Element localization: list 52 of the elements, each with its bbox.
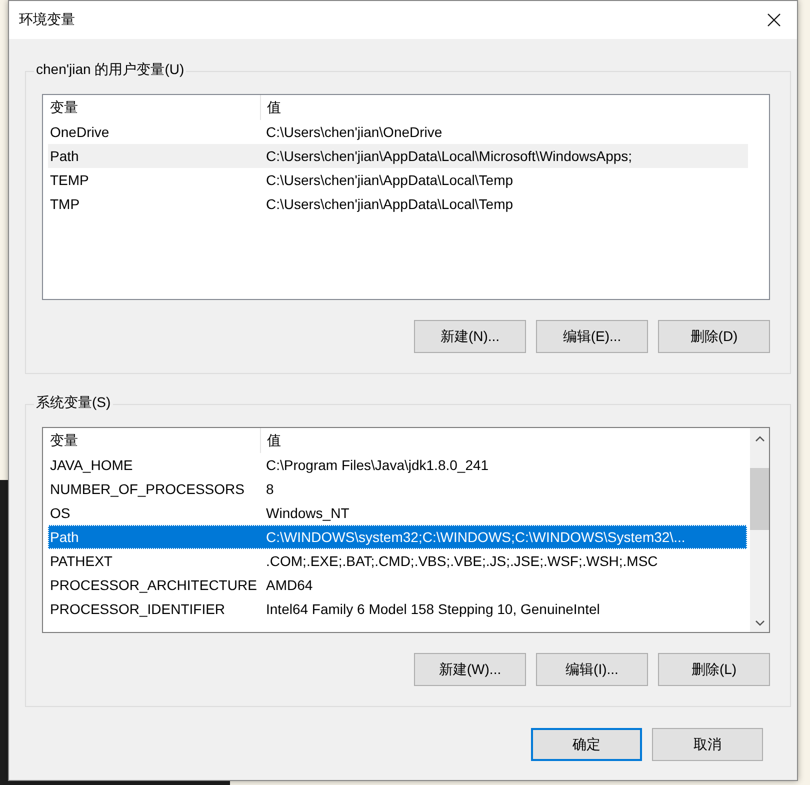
list-row[interactable]: PROCESSOR_ARCHITECTURE AMD64: [48, 573, 747, 597]
variable-value: C:\Users\chen'jian\OneDrive: [265, 124, 444, 140]
action-button[interactable]: 删除(L): [658, 653, 770, 686]
variable-name: OS: [49, 505, 72, 521]
variable-name: PATHEXT: [49, 553, 114, 569]
group-label: chen'jian 的用户变量(U): [34, 61, 186, 79]
list-row[interactable]: TEMP C:\Users\chen'jian\AppData\Local\Temp: [48, 168, 748, 192]
action-button[interactable]: 编辑(E)...: [536, 320, 648, 353]
window-title: 环境变量: [19, 11, 75, 29]
variable-value: C:\WINDOWS\system32;C:\WINDOWS;C:\WINDOWS\System32\...: [265, 529, 686, 545]
variable-value: C:\Users\chen'jian\AppData\Local\Temp: [265, 172, 514, 188]
action-button[interactable]: 编辑(I)...: [536, 653, 648, 686]
variable-value: .COM;.EXE;.BAT;.CMD;.VBS;.VBE;.JS;.JSE;.WSF;.WSH;.MSC: [265, 553, 659, 569]
list-row[interactable]: OS Windows_NT: [48, 501, 747, 525]
column-header[interactable]: 值: [261, 428, 747, 453]
variable-value: C:\Program Files\Java\jdk1.8.0_241: [265, 457, 490, 473]
variable-name: PROCESSOR_IDENTIFIER: [49, 601, 226, 617]
ok-button[interactable]: 确定: [531, 728, 642, 761]
variable-value: AMD64: [265, 577, 314, 593]
variable-value: Windows_NT: [265, 505, 350, 521]
variable-value: 8: [265, 481, 275, 497]
scroll-down-icon[interactable]: [754, 620, 764, 626]
column-header[interactable]: 变量: [48, 428, 261, 453]
variable-value: C:\Users\chen'jian\AppData\Local\Microsoft\WindowsApps;: [265, 148, 634, 164]
group-label: 系统变量(S): [34, 394, 113, 412]
action-button[interactable]: 新建(N)...: [414, 320, 526, 353]
list-row[interactable]: PROCESSOR_IDENTIFIER Intel64 Family 6 Model 158 Stepping 10, GenuineIntel: [48, 597, 747, 621]
variable-name: TEMP: [49, 172, 90, 188]
variable-name: JAVA_HOME: [49, 457, 134, 473]
scroll-up-icon[interactable]: [754, 436, 764, 442]
scroll-thumb[interactable]: [750, 468, 769, 530]
action-button[interactable]: 新建(W)...: [414, 653, 526, 686]
list-row[interactable]: JAVA_HOME C:\Program Files\Java\jdk1.8.0_241: [48, 453, 747, 477]
list-row[interactable]: TMP C:\Users\chen'jian\AppData\Local\Temp: [48, 192, 748, 216]
scrollbar[interactable]: [750, 428, 769, 632]
list-row[interactable]: NUMBER_OF_PROCESSORS 8: [48, 477, 747, 501]
column-header[interactable]: 变量: [48, 95, 261, 120]
variable-name: Path: [49, 529, 80, 545]
variable-name: NUMBER_OF_PROCESSORS: [49, 481, 246, 497]
variable-name: OneDrive: [49, 124, 110, 140]
list-row[interactable]: Path C:\Users\chen'jian\AppData\Local\Microsoft\WindowsApps;: [48, 144, 748, 168]
list-row[interactable]: Path C:\WINDOWS\system32;C:\WINDOWS;C:\WINDOWS\System32\...: [48, 525, 747, 549]
cancel-button[interactable]: 取消: [652, 728, 763, 761]
list-row[interactable]: PATHEXT .COM;.EXE;.BAT;.CMD;.VBS;.VBE;.JS;.JSE;.WSF;.WSH;.MSC: [48, 549, 747, 573]
action-button[interactable]: 删除(D): [658, 320, 770, 353]
variable-name: TMP: [49, 196, 81, 212]
variable-name: PROCESSOR_ARCHITECTURE: [49, 577, 258, 593]
column-header[interactable]: 值: [261, 95, 748, 120]
variable-value: Intel64 Family 6 Model 158 Stepping 10, GenuineIntel: [265, 601, 601, 617]
variable-name: Path: [49, 148, 80, 164]
variable-value: C:\Users\chen'jian\AppData\Local\Temp: [265, 196, 514, 212]
list-row[interactable]: OneDrive C:\Users\chen'jian\OneDrive: [48, 120, 748, 144]
